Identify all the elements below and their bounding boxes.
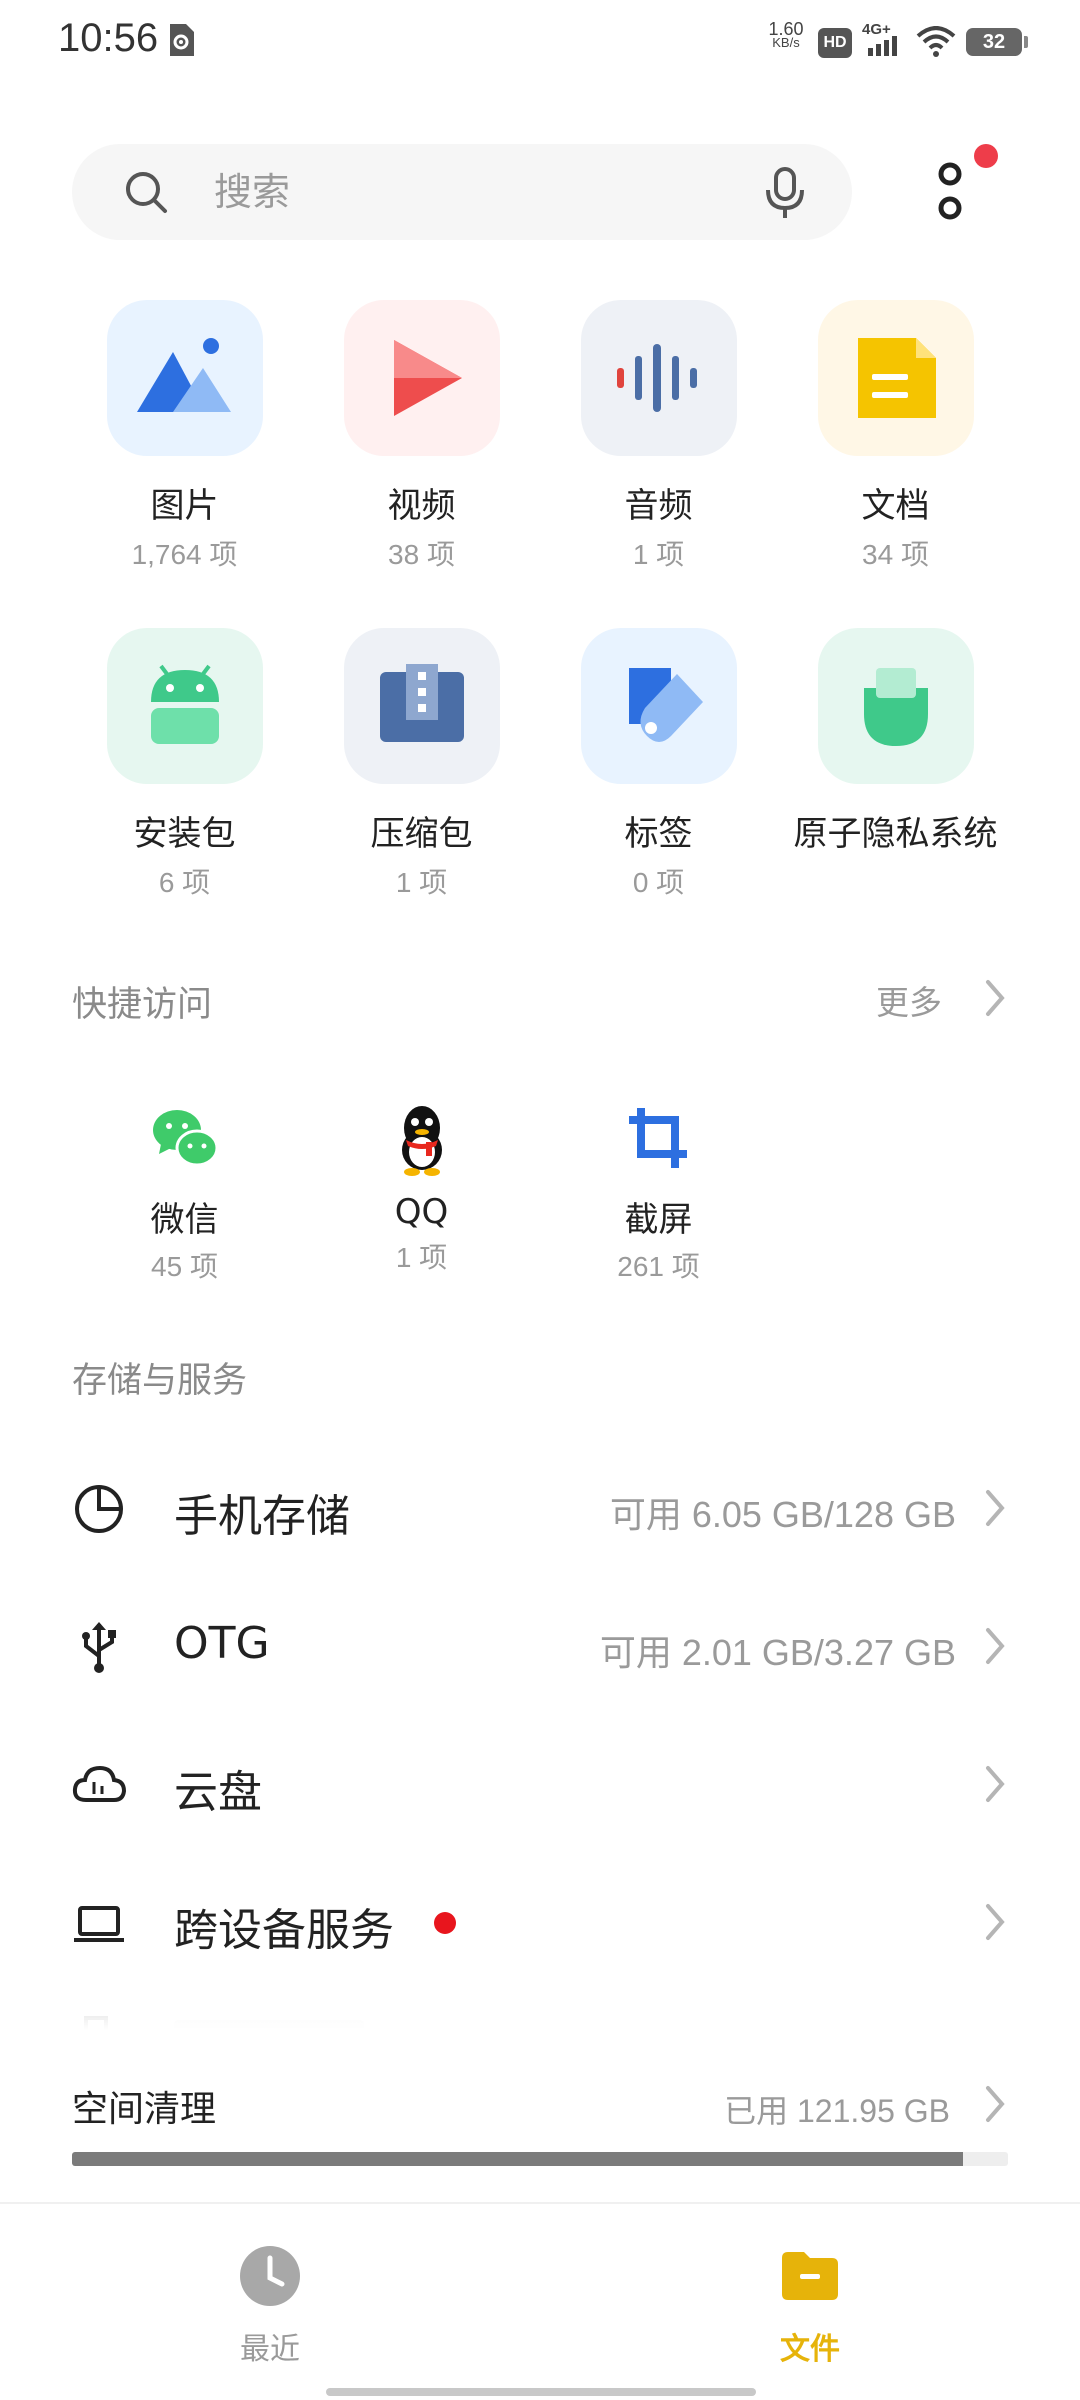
category-videos[interactable]: 视频 38 项 [303,300,540,573]
quick-access-screenshots[interactable]: 截屏 261 项 [540,1098,777,1285]
privacy-icon [817,628,974,784]
image-icon [106,300,263,456]
audio-icon [580,300,737,456]
quick-access-qq[interactable]: QQ 1 项 [303,1098,540,1276]
svg-text:4G+: 4G+ [862,21,891,38]
chevron-right-icon [986,1628,1005,1664]
battery-indicator: 32 [966,28,1028,56]
wifi-icon [916,26,956,57]
settings-notification-icon [170,24,194,56]
chevron-right-icon[interactable] [982,978,1008,1018]
category-archives[interactable]: 压缩包 1 项 [303,628,540,901]
folder-icon [782,2252,838,2300]
network-speed: 1.60 KB/s [768,19,804,50]
home-indicator[interactable] [326,2388,756,2396]
row-otg[interactable]: OTG 可用 2.01 GB/3.27 GB [0,1576,1080,1714]
category-private-system[interactable]: 原子隐私系统 [777,628,1014,861]
tab-files[interactable]: 文件 [730,2244,890,2368]
storage-usage-fill [72,2152,964,2166]
chevron-right-icon [986,1904,1005,1940]
archive-icon [343,628,500,784]
status-bar: 10:56 1.60 KB/s HD 4G+ 32 [0,0,1080,84]
category-documents[interactable]: 文档 34 项 [777,300,1014,573]
bottom-nav-divider [0,2202,1080,2204]
usb-icon [82,1622,116,1673]
qq-icon [401,1106,442,1176]
chevron-right-icon [986,2086,1005,2122]
microphone-icon[interactable] [764,166,806,220]
status-time: 10:56 [58,16,159,60]
storage-usage-bar [72,2152,1008,2166]
row-phone-storage[interactable]: 手机存储 可用 6.05 GB/128 GB [0,1438,1080,1576]
new-badge-dot [434,1912,456,1934]
hd-badge: HD [818,28,852,58]
signal-icon: 4G+ [862,21,897,56]
category-audio[interactable]: 音频 1 项 [540,300,777,573]
search-input[interactable] [214,164,714,220]
space-cleanup[interactable]: 空间清理 已用 121.95 GB [0,2040,1080,2200]
pie-chart-icon [75,1485,123,1533]
notification-dot [974,144,998,168]
wechat-icon [152,1110,218,1167]
chevron-right-icon [986,1766,1005,1802]
category-apks[interactable]: 安装包 6 项 [66,628,303,901]
crop-icon [628,1108,687,1168]
search-icon [126,172,167,213]
storage-section-title: 存储与服务 [72,1361,248,1401]
more-options-icon[interactable] [920,146,980,236]
quick-access-wechat[interactable]: 微信 45 项 [66,1098,303,1285]
chevron-right-icon [986,1490,1005,1526]
tab-recent[interactable]: 最近 [190,2244,350,2368]
android-icon [106,628,263,784]
category-images[interactable]: 图片 1,764 项 [66,300,303,573]
category-tags[interactable]: 标签 0 项 [540,628,777,901]
cloud-icon [72,1765,126,1802]
tag-icon [580,628,737,784]
search-bar[interactable] [72,144,852,240]
video-icon [343,300,500,456]
clock-icon [240,2246,300,2306]
laptop-icon [74,1906,124,1942]
document-icon [817,300,974,456]
row-cloud-drive[interactable]: 云盘 [0,1714,1080,1852]
quick-access-title: 快捷访问 [72,985,213,1025]
more-link[interactable]: 更多 [876,976,942,1024]
